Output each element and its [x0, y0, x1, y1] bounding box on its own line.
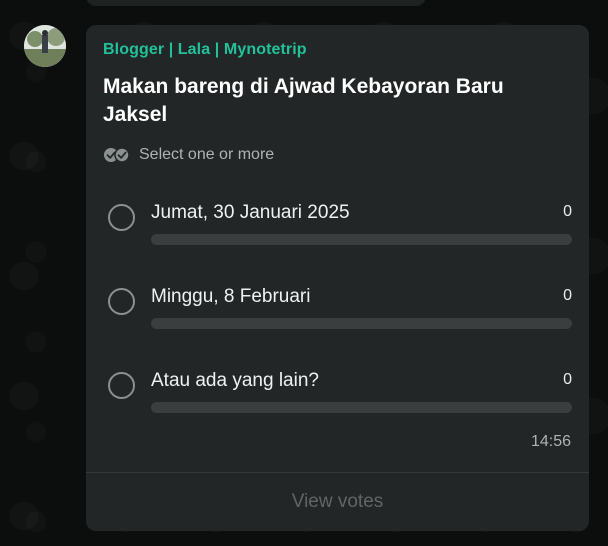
poll-option-progress-bar: [151, 318, 572, 329]
previous-message-bubble: [86, 0, 426, 6]
message-timestamp: 14:56: [530, 433, 571, 450]
radio-unchecked-icon[interactable]: [108, 372, 135, 399]
poll-option-vote-count: 0: [563, 287, 572, 304]
radio-unchecked-icon[interactable]: [108, 288, 135, 315]
radio-unchecked-icon[interactable]: [108, 204, 135, 231]
poll-option[interactable]: Minggu, 8 Februari 0: [108, 285, 572, 345]
poll-option-vote-count: 0: [563, 371, 572, 388]
poll-option-progress-bar: [151, 402, 572, 413]
view-votes-button[interactable]: View votes: [86, 473, 589, 531]
poll-option[interactable]: Atau ada yang lain? 0: [108, 369, 572, 429]
poll-option-label: Minggu, 8 Februari: [151, 286, 311, 307]
poll-option[interactable]: Jumat, 30 Januari 2025 0: [108, 201, 572, 261]
sender-avatar[interactable]: [24, 25, 66, 67]
poll-option-vote-count: 0: [563, 203, 572, 220]
select-hint: Select one or more: [103, 146, 274, 164]
select-hint-text: Select one or more: [139, 146, 275, 163]
poll-message-bubble: Blogger | Lala | Mynotetrip Makan bareng…: [86, 25, 589, 531]
double-check-icon: [104, 147, 130, 163]
poll-option-label: Jumat, 30 Januari 2025: [151, 202, 350, 223]
sender-name[interactable]: Blogger | Lala | Mynotetrip: [103, 41, 307, 59]
poll-option-label: Atau ada yang lain?: [151, 370, 319, 391]
poll-question: Makan bareng di Ajwad Kebayoran Baru Jak…: [103, 75, 504, 126]
poll-option-progress-bar: [151, 234, 572, 245]
